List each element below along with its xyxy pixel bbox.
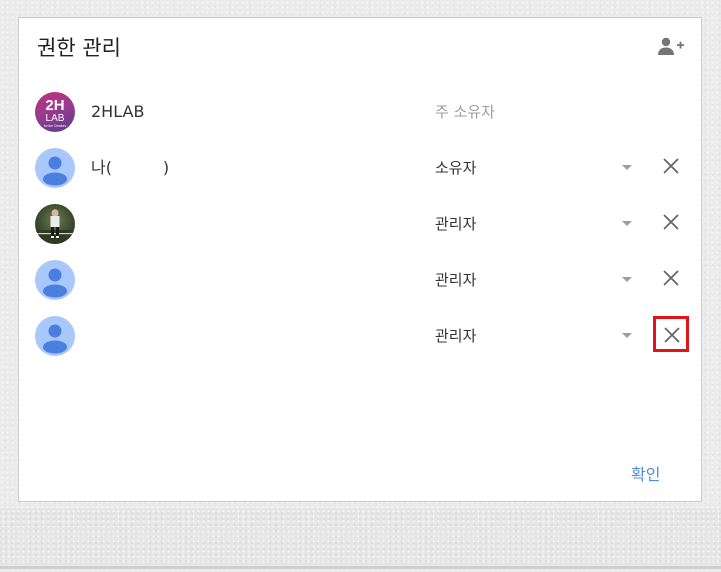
member-row: 관리자 — [19, 196, 703, 252]
default-person-avatar — [35, 260, 75, 300]
member-row: 관리자 — [19, 252, 703, 308]
default-person-avatar — [35, 148, 75, 188]
member-role-select[interactable]: 관리자 — [435, 214, 476, 234]
close-icon — [663, 214, 679, 230]
logo-text-bottom: LAB — [46, 113, 65, 124]
member-row: 나( ) 소유자 — [19, 140, 703, 196]
chevron-down-icon[interactable] — [622, 221, 632, 226]
close-icon — [663, 158, 679, 174]
chevron-down-icon[interactable] — [622, 165, 632, 170]
member-role-select[interactable]: 관리자 — [435, 270, 476, 290]
confirm-button[interactable]: 확인 — [631, 464, 660, 486]
logo-tagline: for the Creators — [44, 124, 67, 128]
bottom-strip — [0, 508, 721, 566]
chevron-down-icon[interactable] — [622, 333, 632, 338]
member-name: 2HLAB — [91, 102, 145, 121]
person-add-icon[interactable] — [657, 36, 685, 58]
remove-member-button[interactable] — [661, 212, 681, 232]
photo-avatar — [35, 204, 75, 244]
default-person-avatar — [35, 316, 75, 356]
close-icon — [663, 270, 679, 286]
member-role-select[interactable]: 관리자 — [435, 326, 476, 346]
brand-logo-avatar: 2H LAB for the Creators — [35, 92, 75, 132]
member-role-select[interactable]: 소유자 — [435, 158, 476, 178]
chevron-down-icon[interactable] — [622, 277, 632, 282]
member-name: 나( ) — [91, 158, 170, 177]
dialog-title: 권한 관리 — [37, 36, 121, 60]
remove-member-button[interactable] — [661, 268, 681, 288]
logo-text-top: 2H — [45, 97, 64, 114]
remove-member-button[interactable] — [661, 156, 681, 176]
member-row: 관리자 — [19, 308, 703, 364]
member-role-primary-owner: 주 소유자 — [435, 103, 495, 121]
bottom-divider — [0, 566, 721, 569]
permissions-dialog: 권한 관리 2H LAB for the Creators 2HLAB 주 소유… — [18, 17, 702, 502]
remove-member-button-highlighted[interactable] — [653, 316, 689, 352]
close-icon — [664, 327, 680, 343]
member-row: 2H LAB for the Creators 2HLAB 주 소유자 — [19, 84, 703, 140]
